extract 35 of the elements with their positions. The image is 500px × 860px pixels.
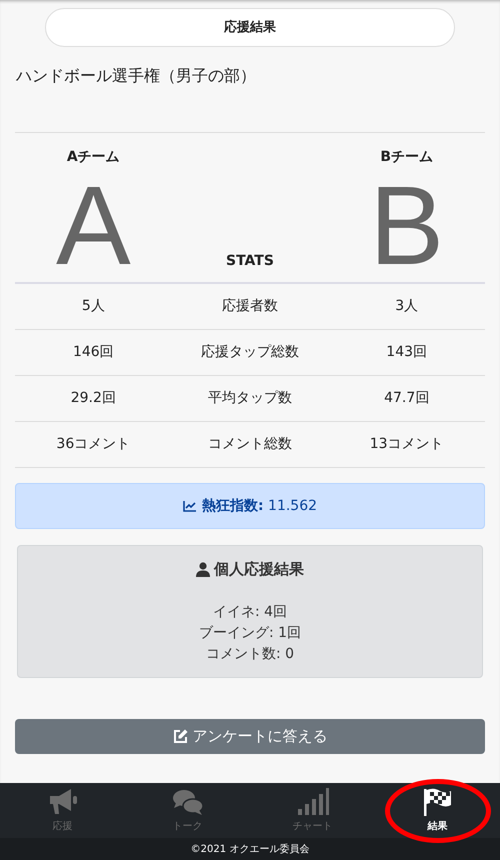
team-a-value: 146回 [72,343,114,362]
team-letter: A [56,170,131,282]
nav-tab[interactable]: 応援 [0,783,125,838]
edit-icon [172,728,188,744]
team-name: Bチーム [380,148,433,167]
team-a-value: 29.2回 [70,389,116,408]
event-title: ハンドボール選手権（男子の部） [16,65,257,87]
team-b-value: 13コメント [370,435,444,454]
stat-label: 応援タップ総数 [200,343,299,362]
team-letter: B [369,170,444,282]
chat-bubbles-icon [172,788,204,816]
stat-label: 応援者数 [222,297,278,316]
fever-score: 熱狂指数: 11.562 [202,496,318,516]
line-chart-icon [182,500,197,512]
team-a-value: 5人 [82,297,105,316]
personal-stat: コメント数: 0 [204,644,296,664]
page-title: 応援結果 [45,8,455,47]
survey-button[interactable]: アンケートに答える [15,718,485,754]
user-icon [196,562,210,577]
team-b-value: 47.7回 [384,389,430,408]
personal-results-title: 個人応援結果 [214,559,304,580]
stats-heading: STATS [226,253,274,269]
nav-tab[interactable]: トーク [125,783,250,838]
team-b-value: 3人 [395,297,418,316]
nav-tab[interactable]: チャート [250,783,375,838]
bar-chart-icon [296,788,328,816]
personal-stat: イイネ: 4回 [212,602,288,622]
team-a-value: 36コメント [56,435,130,454]
team-b-value: 143回 [386,343,428,362]
personal-stat: ブーイング: 1回 [198,624,302,643]
team-name: Aチーム [66,148,120,167]
checkered-flag-icon [422,788,454,816]
stat-label: 平均タップ数 [208,389,292,408]
stat-label: コメント総数 [208,435,292,454]
copyright-text: ©2021 オクエール委員会 [0,838,500,860]
